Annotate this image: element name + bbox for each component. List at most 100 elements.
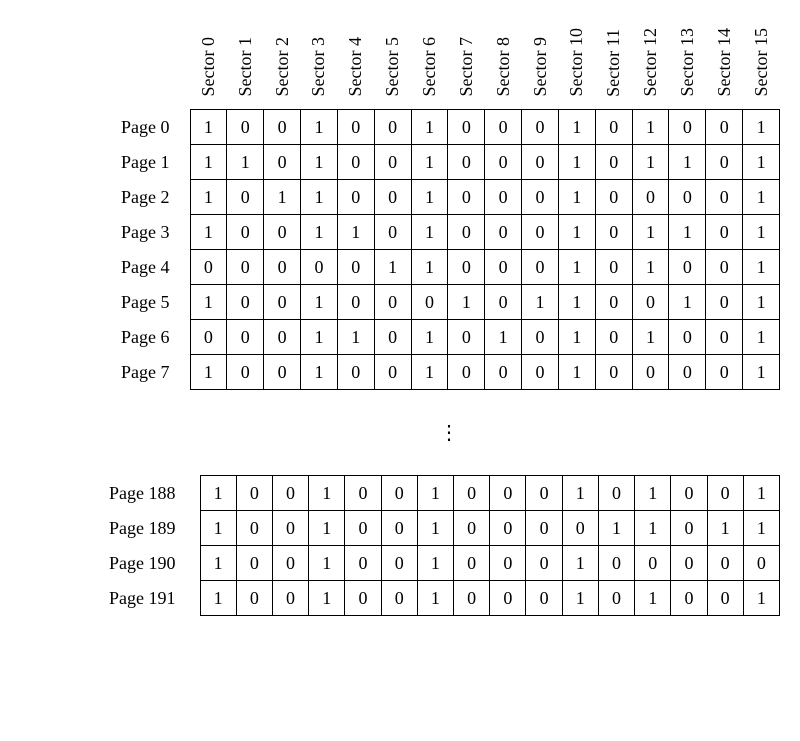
table-row: Page 21011001000100001 <box>120 180 780 215</box>
data-cell: 0 <box>264 145 301 180</box>
data-cell: 0 <box>374 180 411 215</box>
data-cell: 0 <box>706 355 743 390</box>
data-cell: 0 <box>454 581 490 616</box>
data-cell: 1 <box>309 581 345 616</box>
data-cell: 0 <box>706 285 743 320</box>
data-cell: 0 <box>264 320 301 355</box>
data-cell: 0 <box>236 581 272 616</box>
data-cell: 0 <box>522 320 559 355</box>
sector-page-table-top: Sector 0 Sector 1 Sector 2 Sector 3 Sect… <box>120 20 780 390</box>
table-row: Page 51001000101100101 <box>120 285 780 320</box>
data-cell: 1 <box>309 476 345 511</box>
data-cell: 1 <box>635 476 671 511</box>
data-cell: 0 <box>337 285 374 320</box>
data-cell: 0 <box>345 581 381 616</box>
data-cell: 0 <box>562 511 598 546</box>
table-row: Page 60001101010101001 <box>120 320 780 355</box>
data-cell: 0 <box>227 355 264 390</box>
data-cell: 1 <box>417 476 453 511</box>
data-cell: 1 <box>417 581 453 616</box>
data-cell: 0 <box>707 476 743 511</box>
data-cell: 1 <box>417 546 453 581</box>
data-cell: 0 <box>381 546 417 581</box>
data-cell: 0 <box>595 250 632 285</box>
data-cell: 0 <box>485 250 522 285</box>
table-row: Page 1881001001000101001 <box>108 476 780 511</box>
sector-page-table-bottom: Page 1881001001000101001Page 18910010010… <box>108 475 780 616</box>
data-cell: 0 <box>707 581 743 616</box>
table-row: Page 11101001000101101 <box>120 145 780 180</box>
data-cell: 1 <box>411 320 448 355</box>
data-cell: 0 <box>595 320 632 355</box>
row-label: Page 189 <box>108 511 200 546</box>
data-cell: 1 <box>558 320 595 355</box>
data-cell: 1 <box>190 215 227 250</box>
data-cell: 0 <box>706 250 743 285</box>
corner-spacer <box>120 20 190 110</box>
data-cell: 0 <box>706 215 743 250</box>
table-body-top: Page 01001001000101001Page 1110100100010… <box>120 110 780 390</box>
data-cell: 0 <box>345 511 381 546</box>
row-label: Page 3 <box>120 215 190 250</box>
data-cell: 1 <box>632 145 669 180</box>
data-cell: 0 <box>526 581 562 616</box>
col-header: Sector 15 <box>743 20 780 110</box>
table-row: Page 31001101000101101 <box>120 215 780 250</box>
col-header: Sector 9 <box>522 20 559 110</box>
data-cell: 0 <box>595 110 632 145</box>
data-cell: 0 <box>448 110 485 145</box>
table-row: Page 1891001001000011011 <box>108 511 780 546</box>
data-cell: 0 <box>374 145 411 180</box>
data-cell: 1 <box>485 320 522 355</box>
col-header: Sector 14 <box>706 20 743 110</box>
data-cell: 0 <box>595 355 632 390</box>
data-cell: 0 <box>272 511 308 546</box>
data-cell: 0 <box>490 476 526 511</box>
data-cell: 1 <box>562 546 598 581</box>
data-cell: 0 <box>236 476 272 511</box>
data-cell: 0 <box>490 581 526 616</box>
ellipsis-icon: ⋮ <box>120 420 780 445</box>
col-header: Sector 0 <box>190 20 227 110</box>
data-cell: 0 <box>706 145 743 180</box>
data-cell: 1 <box>190 180 227 215</box>
data-cell: 1 <box>558 145 595 180</box>
data-cell: 0 <box>374 355 411 390</box>
data-cell: 0 <box>595 180 632 215</box>
data-cell: 1 <box>200 581 236 616</box>
data-cell: 0 <box>272 581 308 616</box>
table-row: Page 1901001001000100000 <box>108 546 780 581</box>
data-cell: 1 <box>190 285 227 320</box>
data-cell: 0 <box>227 110 264 145</box>
data-cell: 1 <box>743 215 780 250</box>
data-cell: 1 <box>522 285 559 320</box>
data-cell: 0 <box>448 145 485 180</box>
data-cell: 1 <box>200 546 236 581</box>
data-cell: 1 <box>743 285 780 320</box>
data-cell: 1 <box>301 215 338 250</box>
data-cell: 0 <box>411 285 448 320</box>
data-cell: 1 <box>558 355 595 390</box>
data-cell: 0 <box>345 476 381 511</box>
data-cell: 1 <box>190 110 227 145</box>
data-cell: 0 <box>454 511 490 546</box>
row-label: Page 191 <box>108 581 200 616</box>
data-cell: 0 <box>598 581 634 616</box>
data-cell: 1 <box>632 320 669 355</box>
data-cell: 1 <box>669 285 706 320</box>
table-body-bottom: Page 1881001001000101001Page 18910010010… <box>108 476 780 616</box>
data-cell: 0 <box>448 320 485 355</box>
row-label: Page 7 <box>120 355 190 390</box>
data-cell: 1 <box>743 581 779 616</box>
data-cell: 0 <box>632 180 669 215</box>
data-cell: 1 <box>632 250 669 285</box>
data-cell: 1 <box>301 285 338 320</box>
data-cell: 1 <box>743 355 780 390</box>
data-cell: 0 <box>522 180 559 215</box>
data-cell: 1 <box>743 476 779 511</box>
data-cell: 1 <box>558 250 595 285</box>
data-cell: 1 <box>411 110 448 145</box>
data-cell: 1 <box>190 145 227 180</box>
data-cell: 1 <box>562 476 598 511</box>
data-cell: 1 <box>743 110 780 145</box>
